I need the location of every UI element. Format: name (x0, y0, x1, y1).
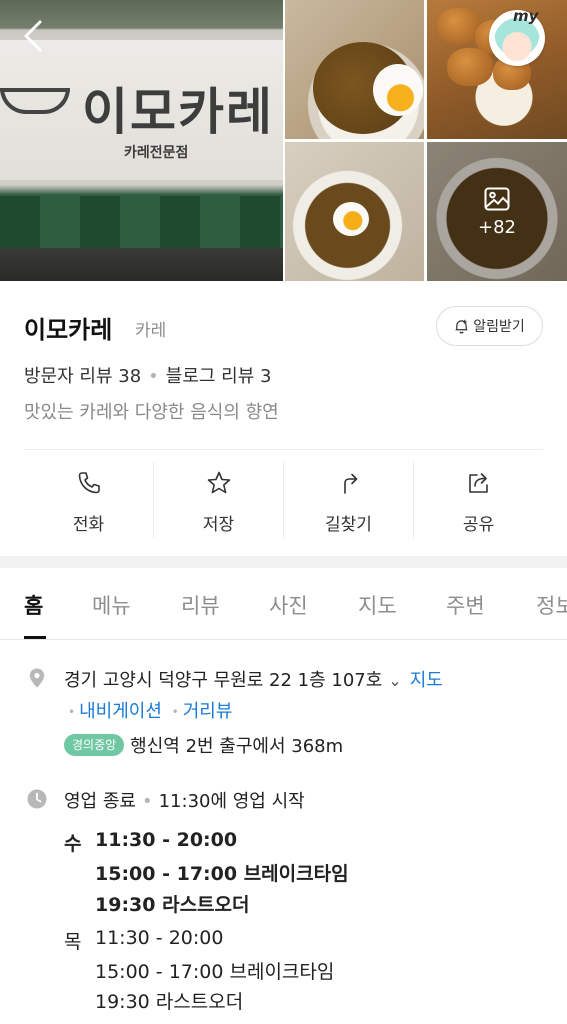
subway-line-badge: 경의중앙 (64, 734, 125, 756)
tab-nearby[interactable]: 주변 (446, 590, 485, 620)
navigation-links: • 내비게이션 • 거리뷰 (64, 697, 232, 723)
day-label: 수 (64, 833, 82, 855)
my-label: my (513, 7, 539, 25)
break-time: 15:00 - 17:00 브레이크타임 (95, 961, 335, 983)
save-button[interactable]: 저장 (154, 462, 284, 538)
share-button[interactable]: 공유 (414, 462, 543, 538)
open-status: 영업 종료 (64, 791, 136, 812)
blog-review-link[interactable]: 블로그 리뷰 3 (166, 366, 272, 387)
more-photos-button[interactable]: +82 (427, 142, 567, 281)
map-link[interactable]: 지도 (410, 670, 443, 691)
photo-gallery[interactable]: 이모카레 카레전문점 +82 my (0, 0, 567, 281)
place-description: 맛있는 카레와 다양한 음식의 향연 (24, 402, 279, 423)
navigation-link[interactable]: 내비게이션 (79, 701, 162, 722)
call-button-label: 전화 (72, 515, 105, 535)
food-photo-1[interactable] (285, 0, 424, 139)
subway-distance: 행신역 2번 출구에서 368m (130, 736, 344, 757)
separator-dot: • (171, 705, 179, 719)
share-button-label: 공유 (462, 515, 495, 535)
roadview-link[interactable]: 거리뷰 (183, 701, 233, 722)
star-icon (207, 471, 230, 494)
tab-map[interactable]: 지도 (358, 590, 397, 620)
notification-button[interactable]: 알림받기 (436, 306, 543, 346)
fried-egg (373, 64, 423, 116)
fried-chicken-piece (447, 48, 493, 86)
directions-button[interactable]: 길찾기 (284, 462, 414, 538)
bell-plus-icon (455, 319, 468, 333)
business-hours: 11:30 - 20:00 (95, 927, 224, 949)
day-label: 목 (64, 931, 82, 953)
divider (24, 449, 543, 450)
clock-icon (27, 789, 47, 809)
business-status: 영업 종료 • 11:30에 영업 시작 (64, 787, 305, 813)
place-name: 이모카레 (24, 316, 113, 344)
call-button[interactable]: 전화 (24, 462, 154, 538)
phone-icon (78, 472, 100, 494)
separator-dot: • (68, 705, 76, 719)
tab-bar: 홈 메뉴 리뷰 사진 지도 주변 정보 (0, 568, 567, 640)
location-pin-icon (29, 668, 45, 688)
tab-photo[interactable]: 사진 (269, 590, 308, 620)
tab-menu[interactable]: 메뉴 (92, 590, 131, 620)
sign-subtext: 카레전문점 (124, 145, 189, 161)
directions-button-label: 길찾기 (325, 515, 372, 535)
tab-review[interactable]: 리뷰 (181, 590, 220, 620)
storefront-ground (0, 248, 283, 281)
separator-dot: • (141, 791, 153, 812)
my-profile-button[interactable]: my (489, 7, 545, 66)
visitor-review-link[interactable]: 방문자 리뷰 38 (24, 366, 141, 387)
image-icon (484, 187, 510, 211)
section-gap (0, 556, 567, 568)
last-order: 19:30 라스트오더 (95, 894, 250, 916)
next-open-time: 11:30에 영업 시작 (158, 791, 305, 812)
active-tab-indicator (24, 636, 46, 639)
business-hours: 11:30 - 20:00 (95, 829, 238, 851)
notification-button-label: 알림받기 (473, 319, 525, 335)
directions-icon (343, 473, 357, 494)
action-bar: 전화 저장 길찾기 공유 (24, 462, 543, 538)
back-button[interactable] (20, 18, 54, 56)
tab-home[interactable]: 홈 (24, 590, 43, 620)
review-counts: 방문자 리뷰 38 • 블로그 리뷰 3 (24, 362, 271, 388)
fried-egg (333, 202, 369, 236)
more-photos-count: +82 (478, 217, 516, 238)
address-text: 경기 고양시 덕양구 무원로 22 1층 107호 (64, 670, 383, 691)
chevron-down-icon[interactable]: ⌄ (388, 671, 401, 690)
separator-dot: • (148, 366, 159, 387)
last-order: 19:30 라스트오더 (95, 991, 244, 1013)
tab-info[interactable]: 정보 (536, 590, 567, 620)
place-category: 카레 (135, 321, 167, 341)
share-icon (468, 473, 488, 493)
sign-text: 이모카레 (82, 83, 274, 141)
save-button-label: 저장 (202, 515, 235, 535)
food-photo-3[interactable] (285, 142, 424, 281)
address-row[interactable]: 경기 고양시 덕양구 무원로 22 1층 107호 ⌄ 지도 (64, 666, 443, 692)
break-time: 15:00 - 17:00 브레이크타임 (95, 863, 349, 885)
chevron-left-icon (24, 20, 42, 52)
subway-info: 경의중앙 행신역 2번 출구에서 368m (64, 732, 343, 758)
store-awning (0, 196, 283, 248)
